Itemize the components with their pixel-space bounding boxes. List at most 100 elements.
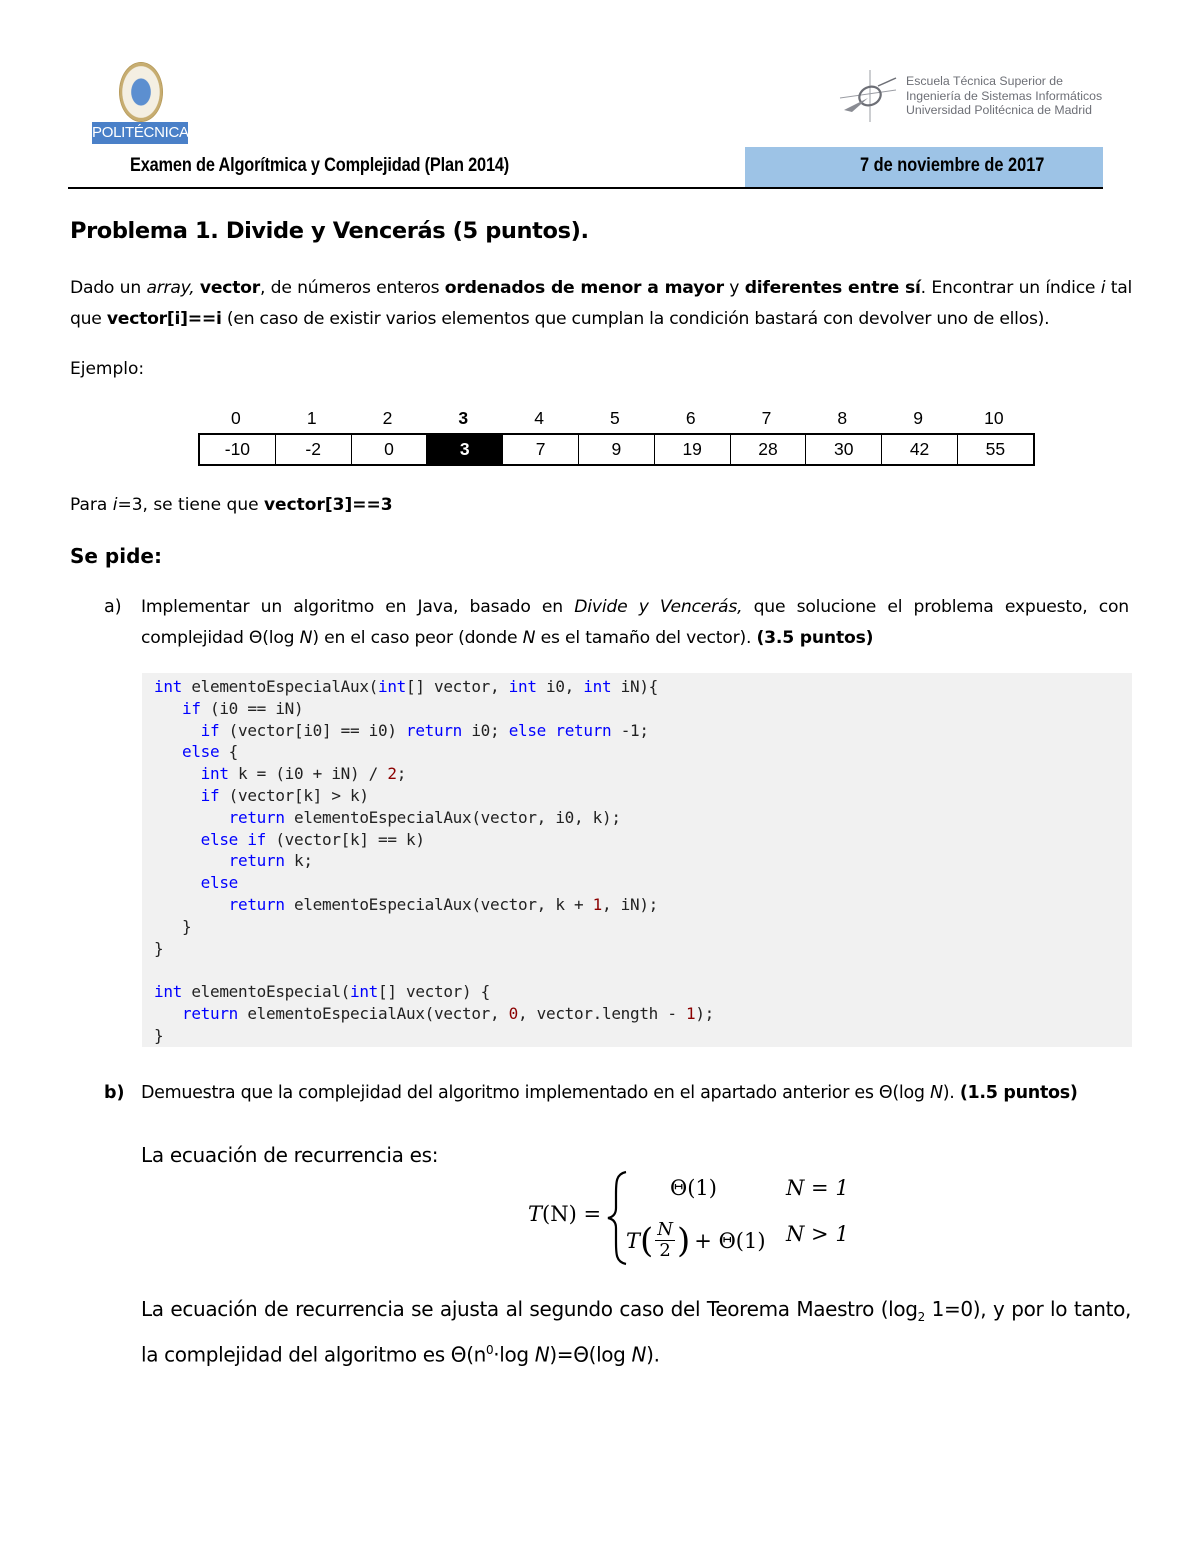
code-keyword: int: [378, 677, 406, 696]
code-line: }: [154, 1025, 1132, 1047]
array-index-cell: 10: [984, 408, 1004, 428]
etsisi-line: Escuela Técnica Superior de: [906, 74, 1063, 88]
requests-heading: Se pide:: [70, 544, 162, 568]
array-index-cell: 4: [534, 408, 544, 428]
array-value-cell: 30: [806, 435, 883, 464]
array-value-cell: 3: [427, 435, 504, 464]
code-keyword: int: [583, 677, 612, 696]
code-number: 0: [508, 1003, 519, 1023]
code-text: (i0 == iN): [200, 698, 304, 718]
text: vector[i]==i: [106, 309, 222, 329]
code-block: int elementoEspecialAux(int[] vector, in…: [142, 673, 1132, 1047]
etsisi-logo-icon: [839, 70, 897, 122]
code-text: (vector[k] == k): [266, 829, 425, 849]
code-text: [] vector,: [406, 677, 509, 696]
formula-cond-2: N > 1: [786, 1222, 849, 1246]
code-line: else if (vector[k] == k): [154, 829, 1132, 851]
code-keyword: else: [200, 873, 239, 893]
code-keyword: int: [154, 677, 182, 696]
text: Demuestra que la complejidad del algorit…: [141, 1083, 930, 1103]
array-value-cell: -10: [200, 435, 276, 464]
code-text: elementoEspecialAux(vector,: [238, 1003, 509, 1023]
code-text: k;: [284, 851, 313, 871]
code-text: i0;: [462, 720, 509, 740]
etsisi-name: Escuela Técnica Superior de Ingeniería d…: [906, 74, 1136, 118]
code-keyword: int: [508, 677, 537, 696]
array-index-cell: 3: [458, 408, 469, 428]
code-line: int elementoEspecial(int[] vector) {: [154, 981, 1132, 1003]
part-b-points: (1.5 puntos): [959, 1083, 1078, 1103]
text: 2: [917, 1310, 926, 1324]
text: =3, se tiene que: [117, 495, 264, 515]
code-text: i0,: [536, 677, 584, 696]
example-result: Para i=3, se tiene que vector[3]==3: [70, 490, 393, 521]
text: Dado un: [70, 278, 147, 298]
text: vector[3]==3: [263, 495, 393, 515]
array-value-cell: 19: [655, 435, 731, 464]
text: vector: [199, 278, 260, 298]
code-text: }: [154, 1025, 164, 1045]
array-index-cell: 1: [306, 408, 317, 428]
denominator: 2: [659, 1240, 671, 1261]
text: ·log: [493, 1342, 535, 1367]
text: array,: [146, 278, 195, 298]
code-text: (vector[k] > k): [219, 785, 369, 805]
code-text: }: [154, 938, 164, 958]
example-label: Ejemplo:: [70, 359, 145, 379]
conclusion: La ecuación de recurrencia se ajusta al …: [141, 1293, 1131, 1372]
code-line: if (i0 == iN): [154, 698, 1132, 720]
code-text: iN){: [611, 677, 659, 696]
array-index-cell: 6: [685, 408, 696, 428]
text: y: [723, 278, 745, 298]
array-index-cell: 5: [610, 408, 620, 428]
formula-lhs: T(N) =: [528, 1202, 601, 1226]
part-a-text: Implementar un algoritmo en Java, basado…: [141, 592, 1129, 654]
code-text: elementoEspecialAux(vector, k +: [284, 894, 593, 914]
array-index-cell: 0: [231, 408, 241, 428]
code-line: else {: [154, 741, 1132, 763]
code-line: }: [154, 938, 1132, 960]
text: N: [631, 1342, 647, 1367]
code-keyword: if: [182, 698, 201, 718]
code-text: [] vector) {: [378, 982, 490, 1002]
exam-date: 7 de noviembre de 2017: [860, 155, 1045, 176]
problem-statement: Dado un array, vector, de números entero…: [70, 273, 1132, 335]
array-value-cell: 9: [579, 435, 655, 464]
recurrence-formula: T(N) = Θ(1) N = 1 T ( N2 ) + Θ(1) N > 1: [528, 1170, 858, 1270]
code-text: );: [695, 1003, 715, 1023]
text: N: [299, 628, 313, 648]
etsisi-line: Ingeniería de Sistemas Informáticos: [906, 88, 1103, 103]
code-text: {: [219, 742, 239, 762]
text: N: [534, 1342, 550, 1367]
text: N: [929, 1083, 943, 1103]
formula-case-2: T ( N2 ) + Θ(1): [626, 1220, 766, 1261]
array-value-cell: 55: [985, 439, 1006, 459]
text: Para: [70, 495, 113, 515]
code-text: , vector.length -: [518, 1003, 686, 1023]
array-value-cell: 28: [731, 435, 807, 464]
text: . Encontrar un índice: [920, 278, 1101, 298]
text: T: [528, 1202, 543, 1226]
part-b-label: b): [104, 1083, 125, 1103]
text: (N) =: [542, 1202, 602, 1226]
part-a-label: a): [104, 597, 122, 617]
paren: (: [640, 1220, 654, 1261]
code-keyword: int: [154, 982, 182, 1002]
code-line: return elementoEspecialAux(vector, 0, ve…: [154, 1003, 1132, 1025]
code-keyword: return: [555, 720, 612, 740]
array-value-cell: 42: [882, 435, 958, 464]
code-line: return elementoEspecialAux(vector, k + 1…: [154, 894, 1132, 916]
upm-logo: POLITÉCNICA: [92, 62, 189, 144]
recurrence-label: La ecuación de recurrencia es:: [141, 1143, 439, 1167]
text: es el tamaño del vector).: [535, 628, 757, 648]
code-keyword: return: [182, 1003, 238, 1023]
